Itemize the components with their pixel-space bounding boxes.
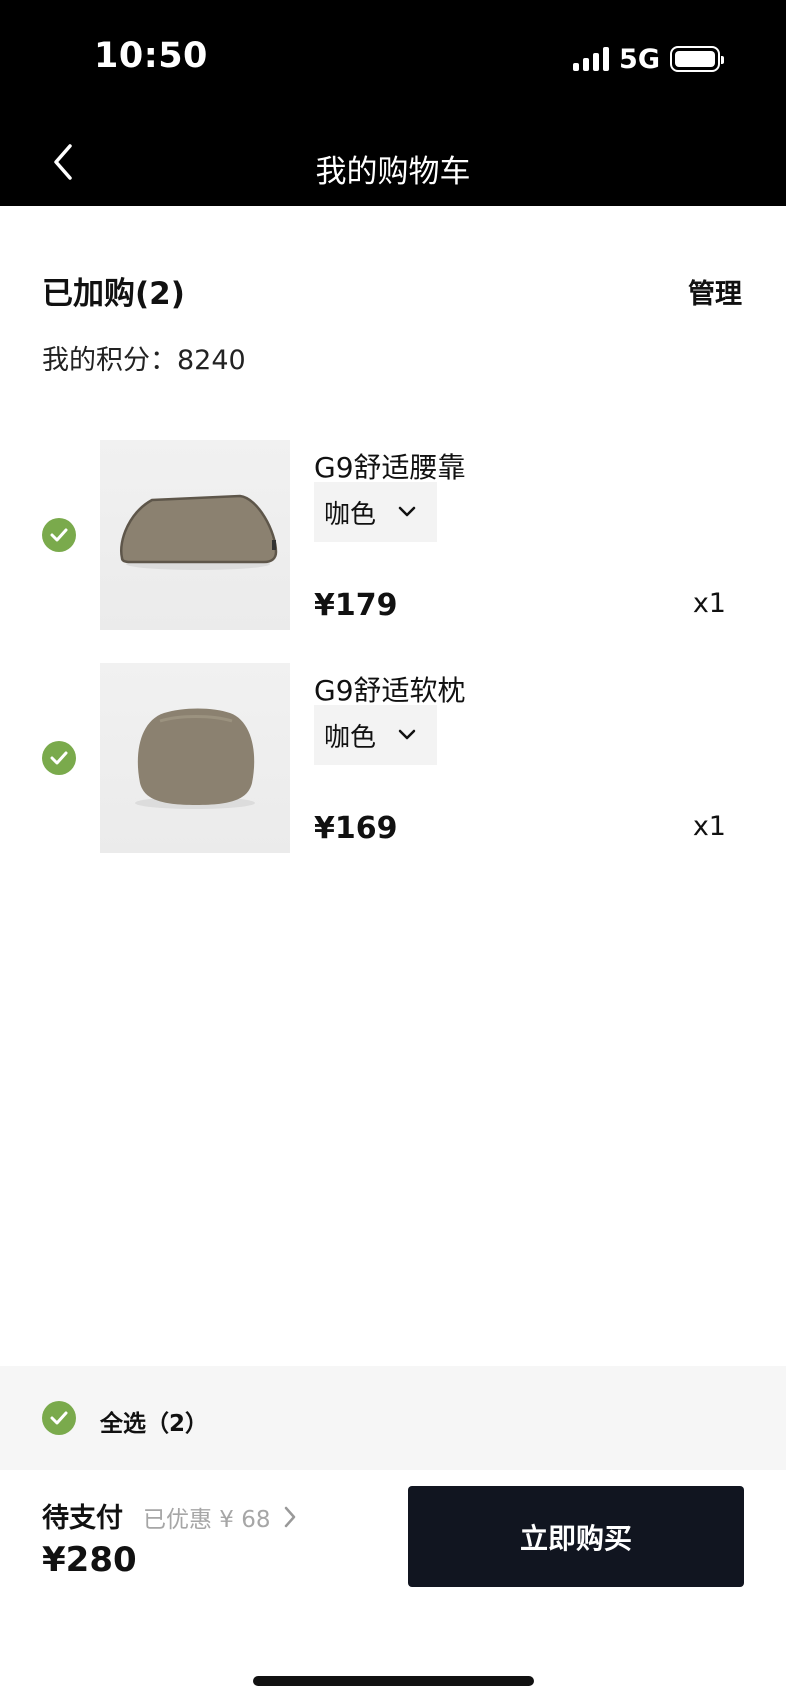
item-checkbox[interactable]: [42, 518, 76, 552]
color-selector[interactable]: 咖色: [314, 482, 437, 542]
chevron-right-icon: [284, 1506, 295, 1528]
points-row: 我的积分：8240: [42, 338, 246, 377]
product-name: G9舒适软枕: [314, 674, 466, 707]
product-price: ¥169: [314, 811, 398, 846]
cart-item: G9舒适腰靠 咖色 ¥179 x1: [0, 440, 786, 630]
status-icons: 5G: [573, 43, 724, 75]
home-indicator: [253, 1676, 534, 1686]
network-type: 5G: [619, 43, 660, 75]
cart-count-heading: 已加购(2): [42, 276, 185, 312]
chevron-down-icon: [398, 506, 416, 517]
product-image[interactable]: [100, 440, 290, 630]
battery-icon: [670, 46, 724, 72]
soft-pillow-image: [135, 708, 255, 809]
product-quantity[interactable]: x1: [693, 588, 726, 619]
check-icon: [50, 751, 68, 765]
select-all-checkbox[interactable]: [42, 1401, 76, 1435]
chevron-down-icon: [398, 729, 416, 740]
manage-button[interactable]: 管理: [688, 272, 742, 311]
color-selector[interactable]: 咖色: [314, 705, 437, 765]
total-price: ¥280: [42, 1540, 137, 1580]
select-all-bar: 全选（2）: [0, 1366, 786, 1470]
color-value: 咖色: [324, 722, 377, 753]
points-value: 8240: [177, 345, 246, 376]
points-label: 我的积分：: [42, 345, 177, 376]
product-price: ¥179: [314, 588, 398, 623]
buy-now-button[interactable]: 立即购买: [408, 1486, 744, 1587]
check-icon: [50, 528, 68, 542]
item-checkbox[interactable]: [42, 741, 76, 775]
discount-detail[interactable]: 已优惠 ¥ 68: [143, 1500, 297, 1534]
top-bar: 10:50 5G 我的购物车: [0, 0, 786, 206]
product-quantity[interactable]: x1: [693, 811, 726, 842]
pay-label: 待支付: [42, 1503, 123, 1534]
color-value: 咖色: [324, 499, 377, 530]
lumbar-pillow-image: [120, 494, 278, 570]
product-image[interactable]: [100, 663, 290, 853]
cart-item: G9舒适软枕 咖色 ¥169 x1: [0, 663, 786, 853]
discount-label: 已优惠 ¥ 68: [143, 1507, 271, 1533]
select-all-label[interactable]: 全选（2）: [100, 1404, 208, 1438]
page-title: 我的购物车: [315, 154, 471, 190]
check-icon: [50, 1411, 68, 1425]
signal-icon: [573, 47, 610, 71]
product-name: G9舒适腰靠: [314, 451, 466, 484]
status-time: 10:50: [94, 36, 208, 76]
